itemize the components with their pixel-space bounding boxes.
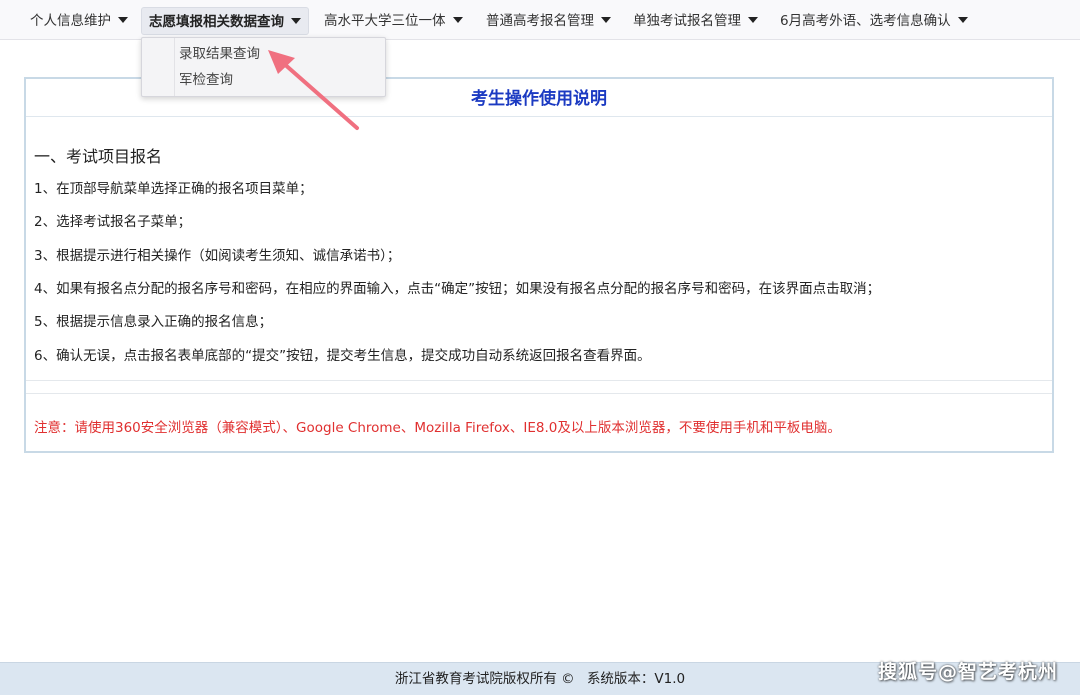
- nav-menu-label: 志愿填报相关数据查询: [149, 14, 284, 30]
- nav-menu-three-in-one[interactable]: 高水平大学三位一体: [320, 7, 467, 35]
- dropdown-item-admission-result-query[interactable]: 录取结果查询: [179, 43, 260, 65]
- instruction-step: 3、根据提示进行相关操作（如阅读考生须知、诚信承诺书）；: [34, 248, 401, 264]
- nav-menu-label: 高水平大学三位一体: [324, 13, 446, 29]
- nav-menu-personal-info[interactable]: 个人信息维护: [26, 7, 132, 35]
- instructions-panel: 考生操作使用说明 一、考试项目报名 1、在顶部导航菜单选择正确的报名项目菜单； …: [24, 77, 1054, 453]
- browser-notice: 注意：请使用360安全浏览器（兼容模式）、Google Chrome、Mozil…: [34, 420, 841, 436]
- caret-down-icon: [452, 17, 463, 23]
- caret-down-icon: [957, 17, 968, 23]
- caret-down-icon: [118, 17, 128, 23]
- watermark: 搜狐号@智艺考杭州: [877, 661, 1058, 683]
- nav-menu-label: 个人信息维护: [30, 13, 111, 29]
- instruction-step: 5、根据提示信息录入正确的报名信息；: [34, 314, 273, 330]
- nav-menu-label: 6月高考外语、选考信息确认: [780, 13, 951, 29]
- dropdown-rail: [174, 38, 175, 96]
- nav-menu-label: 单独考试报名管理: [633, 13, 741, 29]
- instruction-step: 6、确认无误，点击报名表单底部的“提交”按钮，提交考生信息，提交成功自动系统返回…: [34, 348, 651, 364]
- nav-menu-june-exam-confirmation[interactable]: 6月高考外语、选考信息确认: [776, 7, 972, 35]
- divider: [26, 380, 1052, 381]
- footer-version: 系统版本：V1.0: [586, 671, 686, 687]
- nav-menu-application-data-query[interactable]: 志愿填报相关数据查询: [141, 7, 309, 35]
- caret-down-icon: [748, 17, 758, 23]
- dropdown-item-military-check-query[interactable]: 军检查询: [179, 69, 233, 91]
- section-title: 一、考试项目报名: [34, 147, 163, 166]
- nav-menu-separate-exam-registration[interactable]: 单独考试报名管理: [629, 7, 762, 35]
- footer-copyright: 浙江省教育考试院版权所有 ©: [394, 671, 575, 687]
- divider: [26, 393, 1052, 394]
- instruction-step: 2、选择考试报名子菜单；: [34, 214, 192, 230]
- instruction-step: 4、如果有报名点分配的报名序号和密码，在相应的界面输入，点击“确定”按钮；如果没…: [34, 281, 881, 297]
- top-navbar: 个人信息维护 志愿填报相关数据查询 高水平大学三位一体 普通高考报名管理 单独考…: [0, 0, 1080, 40]
- annotation-arrow-icon: [268, 50, 359, 130]
- caret-down-icon: [601, 17, 611, 23]
- instruction-step: 1、在顶部导航菜单选择正确的报名项目菜单；: [34, 181, 313, 197]
- caret-down-icon: [291, 18, 301, 24]
- nav-menu-label: 普通高考报名管理: [486, 13, 594, 29]
- nav-menu-general-gaokao-registration[interactable]: 普通高考报名管理: [482, 7, 615, 35]
